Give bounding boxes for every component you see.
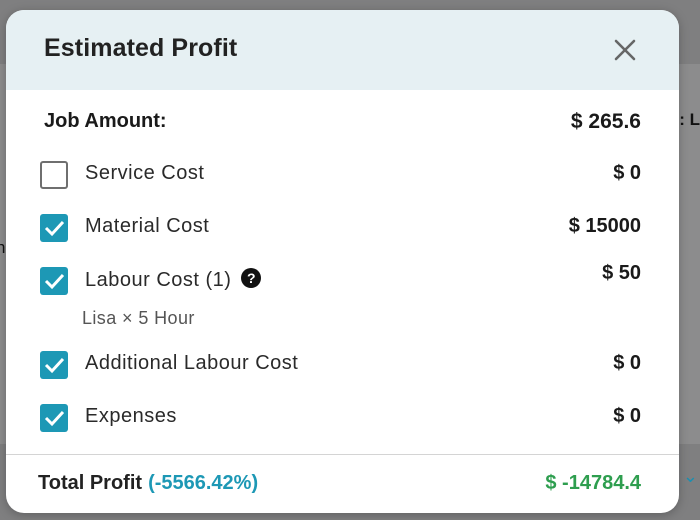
cost-value-labour: $ 50 [602, 262, 641, 284]
modal-header: Estimated Profit [6, 10, 679, 90]
close-icon [614, 39, 636, 61]
total-profit-text: Total Profit [38, 472, 143, 494]
background-text-right: : L [679, 110, 700, 129]
background-text-left: n [0, 238, 6, 257]
cost-label-service: Service Cost [85, 162, 205, 184]
checkmark-icon [44, 410, 65, 427]
cost-value-additional-labour: $ 0 [613, 352, 641, 374]
job-amount-label: Job Amount: [44, 110, 167, 132]
close-button[interactable] [611, 36, 639, 64]
labour-cost-checkbox[interactable] [40, 267, 68, 295]
checkmark-icon [44, 220, 65, 237]
cost-label-additional-labour: Additional Labour Cost [85, 352, 299, 374]
checkmark-icon [44, 357, 65, 374]
service-cost-checkbox[interactable] [40, 161, 68, 189]
cost-value-service: $ 0 [613, 162, 641, 184]
cost-value-material: $ 15000 [568, 215, 641, 237]
cost-label-material: Material Cost [85, 215, 210, 237]
job-amount-value: $ 265.6 [570, 110, 641, 133]
modal-title: Estimated Profit [44, 34, 238, 62]
cost-label-labour: Labour Cost (1)? [85, 268, 262, 292]
total-divider [6, 454, 679, 455]
checkmark-icon [44, 273, 65, 290]
labour-detail-note: Lisa × 5 Hour [82, 308, 195, 328]
expenses-checkbox[interactable] [40, 404, 68, 432]
chevron-down-icon[interactable]: ⌄ [683, 466, 698, 487]
help-circle-icon[interactable]: ? [241, 268, 262, 288]
additional-labour-cost-checkbox[interactable] [40, 351, 68, 379]
total-profit-percent: (-5566.42%) [148, 472, 259, 494]
cost-label-labour-text: Labour Cost (1) [85, 269, 232, 291]
estimated-profit-modal: Estimated Profit Job Amount: $ 265.6 Ser… [6, 10, 679, 513]
total-profit-value: $ -14784.4 [545, 472, 641, 494]
total-profit-label: Total Profit (-5566.42%) [38, 472, 258, 495]
cost-label-expenses: Expenses [85, 405, 177, 427]
cost-value-expenses: $ 0 [613, 405, 641, 427]
material-cost-checkbox[interactable] [40, 214, 68, 242]
